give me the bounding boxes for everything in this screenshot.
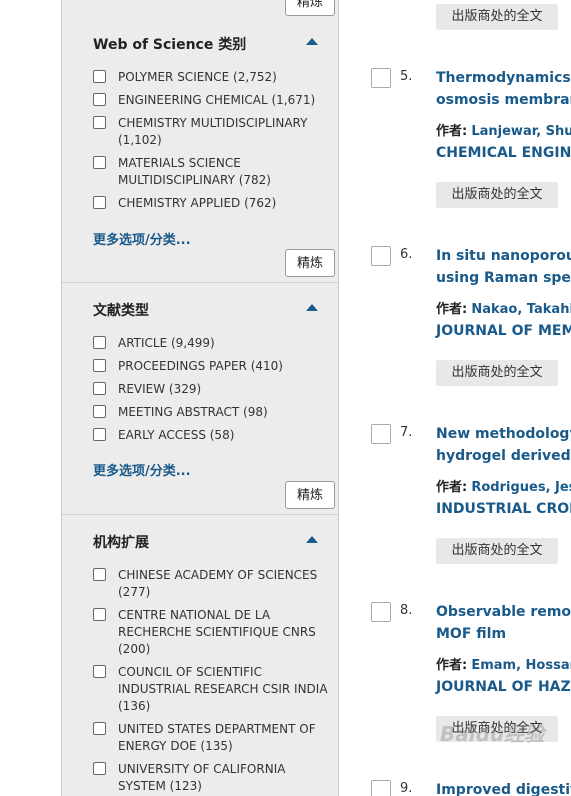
publisher-fulltext-button[interactable]: 出版商处的全文 <box>436 182 558 208</box>
checkbox[interactable] <box>93 70 106 83</box>
facet-item[interactable]: EARLY ACCESS (58) <box>93 427 333 444</box>
results-list: 出版商处的全文 5. Thermodynamics ofosmosis memb… <box>339 0 571 796</box>
result-source[interactable]: JOURNAL OF HAZARI <box>436 679 571 695</box>
refine-button[interactable]: 精炼 <box>285 249 335 277</box>
doctype-title: 文献类型 <box>93 303 149 319</box>
section-divider <box>62 514 339 515</box>
result-authors: 作者: Lanjewar, Shubh <box>436 124 571 139</box>
more-options-link[interactable]: 更多选项/分类... <box>93 229 191 248</box>
result-checkbox[interactable] <box>371 602 391 622</box>
result-number: 5. <box>400 69 413 84</box>
filter-sidebar: 精炼 Web of Science 类别 POLYMER SCIENCE (2,… <box>61 0 339 796</box>
organization-title: 机构扩展 <box>93 535 149 551</box>
facet-item[interactable]: MATERIALS SCIENCE MULTIDISCIPLINARY (782… <box>93 155 333 189</box>
collapse-caret-icon[interactable] <box>306 38 318 45</box>
result-number: 6. <box>400 247 413 262</box>
publisher-fulltext-button[interactable]: 出版商处的全文 <box>436 538 558 564</box>
facet-item[interactable]: ARTICLE (9,499) <box>93 335 333 352</box>
publisher-fulltext-button[interactable]: 出版商处的全文 <box>436 360 558 386</box>
checkbox[interactable] <box>93 116 106 129</box>
collapse-caret-icon[interactable] <box>306 304 318 311</box>
checkbox[interactable] <box>93 359 106 372</box>
collapse-caret-icon[interactable] <box>306 536 318 543</box>
facet-item[interactable]: UNITED STATES DEPARTMENT OF ENERGY DOE (… <box>93 721 333 755</box>
refine-button-top[interactable]: 精炼 <box>285 0 335 16</box>
more-options-link[interactable]: 更多选项/分类... <box>93 460 191 479</box>
checkbox[interactable] <box>93 722 106 735</box>
result-authors: 作者: Nakao, Takahito; <box>436 302 571 317</box>
checkbox[interactable] <box>93 382 106 395</box>
publisher-fulltext-button[interactable]: 出版商处的全文 <box>436 4 558 30</box>
facet-item[interactable]: CENTRE NATIONAL DE LA RECHERCHE SCIENTIF… <box>93 607 333 658</box>
result-source[interactable]: CHEMICAL ENGINEERI <box>436 145 571 161</box>
checkbox[interactable] <box>93 336 106 349</box>
result-source[interactable]: INDUSTRIAL CROPS A <box>436 501 571 517</box>
facet-item[interactable]: MEETING ABSTRACT (98) <box>93 404 333 421</box>
result-title[interactable]: New methodology fohydrogel derived fro <box>436 423 571 467</box>
checkbox[interactable] <box>93 665 106 678</box>
result-authors: 作者: Rodrigues, Jessic <box>436 480 571 495</box>
facet-item[interactable]: REVIEW (329) <box>93 381 333 398</box>
result-title[interactable]: Thermodynamics ofosmosis membrane: <box>436 67 571 111</box>
facet-item[interactable]: ENGINEERING CHEMICAL (1,671) <box>93 92 333 109</box>
result-title[interactable]: Improved digestive s <box>436 779 571 796</box>
result-checkbox[interactable] <box>371 780 391 796</box>
facet-item[interactable]: COUNCIL OF SCIENTIFIC INDUSTRIAL RESEARC… <box>93 664 333 715</box>
facet-item[interactable]: CHEMISTRY APPLIED (762) <box>93 195 333 212</box>
checkbox[interactable] <box>93 196 106 209</box>
checkbox[interactable] <box>93 156 106 169</box>
refine-button[interactable]: 精炼 <box>285 481 335 509</box>
facet-item[interactable]: CHINESE ACADEMY OF SCIENCES (277) <box>93 567 333 601</box>
watermark: Baidu经验 <box>440 722 545 746</box>
result-checkbox[interactable] <box>371 68 391 88</box>
result-checkbox[interactable] <box>371 246 391 266</box>
result-checkbox[interactable] <box>371 424 391 444</box>
facet-item[interactable]: POLYMER SCIENCE (2,752) <box>93 69 333 86</box>
facet-item[interactable]: CHEMISTRY MULTIDISCIPLINARY (1,102) <box>93 115 333 149</box>
result-title[interactable]: In situ nanoporous stusing Raman spectro <box>436 245 571 289</box>
result-number: 9. <box>400 781 413 796</box>
checkbox[interactable] <box>93 93 106 106</box>
section-divider <box>62 282 339 283</box>
checkbox[interactable] <box>93 762 106 775</box>
result-title[interactable]: Observable removalMOF film <box>436 601 571 645</box>
result-number: 8. <box>400 603 413 618</box>
result-authors: 作者: Emam, Hossam E <box>436 658 571 673</box>
result-source[interactable]: JOURNAL OF MEMBR <box>436 323 571 339</box>
result-number: 7. <box>400 425 413 440</box>
checkbox[interactable] <box>93 608 106 621</box>
wos-category-title: Web of Science 类别 <box>93 37 247 53</box>
facet-item[interactable]: PROCEEDINGS PAPER (410) <box>93 358 333 375</box>
facet-item[interactable]: UNIVERSITY OF CALIFORNIA SYSTEM (123) <box>93 761 333 795</box>
checkbox[interactable] <box>93 405 106 418</box>
checkbox[interactable] <box>93 428 106 441</box>
checkbox[interactable] <box>93 568 106 581</box>
